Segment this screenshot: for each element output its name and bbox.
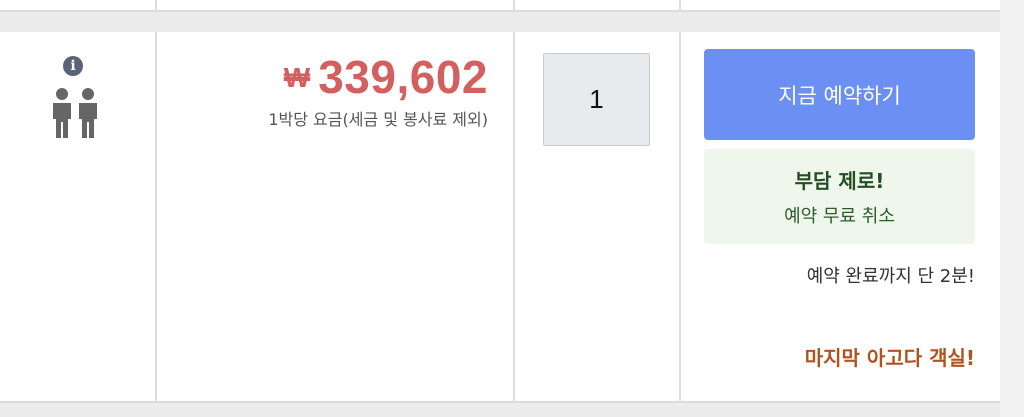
room-quantity-select[interactable]: 1 (543, 53, 650, 146)
price-amount: 339,602 (318, 51, 488, 103)
price-note: 1박당 요금(세금 및 봉사료 제외) (268, 110, 488, 129)
page-margin (1000, 0, 1024, 417)
free-cancellation-subtitle: 예약 무료 취소 (784, 206, 895, 227)
info-icon[interactable]: i (63, 56, 83, 76)
column-divider (513, 0, 515, 12)
column-divider (155, 32, 157, 403)
two-people-icon (53, 88, 97, 138)
free-cancellation-box: 부담 제로! 예약 무료 취소 (704, 149, 975, 244)
book-now-button[interactable]: 지금 예약하기 (704, 49, 975, 140)
column-divider (513, 32, 515, 403)
column-divider (155, 0, 157, 12)
room-offer-page: i ₩339,602 1박당 요금(세금 및 봉사료 제외) 1 지금 예약하기… (0, 0, 1024, 417)
last-room-notice: 마지막 아고다 객실! (804, 346, 975, 370)
row-bottom-divider (0, 401, 1000, 417)
free-cancellation-title: 부담 제로! (794, 169, 885, 193)
room-price: ₩339,602 (158, 50, 488, 106)
column-divider (679, 0, 681, 12)
currency-symbol: ₩ (283, 62, 311, 93)
booking-time-note: 예약 완료까지 단 2분! (806, 266, 975, 287)
column-divider (679, 32, 681, 403)
previous-row-bottom (0, 10, 1000, 32)
room-offer-row: i ₩339,602 1박당 요금(세금 및 봉사료 제외) 1 지금 예약하기… (0, 0, 1000, 417)
